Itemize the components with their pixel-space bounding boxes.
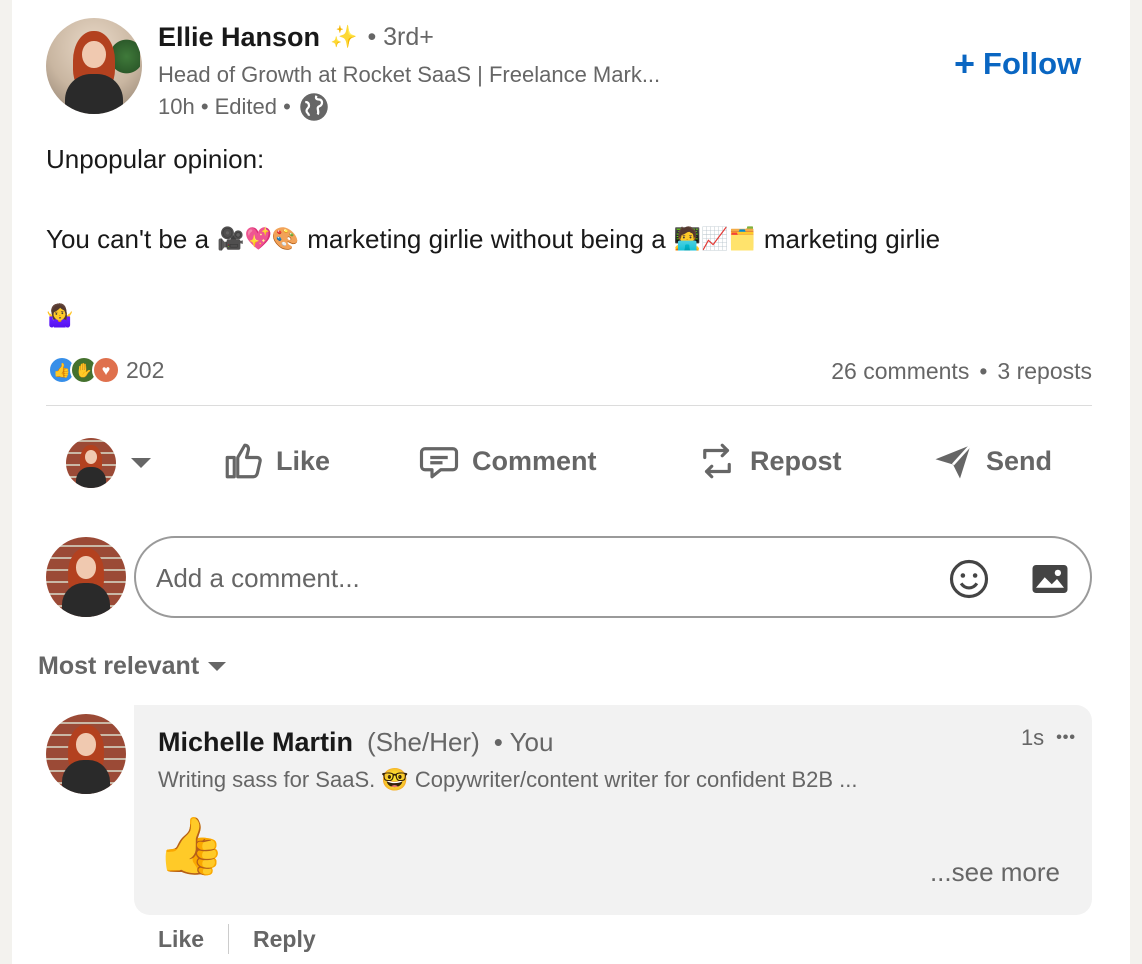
divider (46, 405, 1092, 406)
repost-button[interactable]: Repost (696, 440, 842, 482)
post-time: 10h • Edited • (158, 94, 291, 119)
post-text-line-1: Unpopular opinion: (46, 144, 265, 174)
comment-input[interactable] (156, 556, 916, 600)
commenter-name[interactable]: Michelle Martin (158, 727, 353, 758)
post-text-segment: marketing girlie (763, 224, 941, 254)
see-more-link[interactable]: ...see more (930, 857, 1060, 888)
repost-icon (703, 443, 731, 479)
more-options-icon[interactable]: ••• (1056, 729, 1076, 747)
image-icon[interactable] (1028, 558, 1072, 600)
comments-count[interactable]: 26 comments (831, 358, 969, 385)
comment-composer (134, 536, 1092, 618)
sparkle-icon: ✨ (330, 25, 358, 50)
globe-icon (300, 93, 328, 121)
reaction-count: 202 (126, 356, 165, 383)
post-text-segment: You can't be a (46, 224, 210, 254)
comment-icon (419, 447, 459, 479)
reactions-summary[interactable]: 👍 ✋ ♥ 202 (48, 356, 164, 384)
reposts-count[interactable]: 3 reposts (997, 358, 1092, 385)
actor-avatar (66, 438, 116, 488)
repost-label: Repost (750, 445, 842, 476)
connection-degree: • 3rd+ (367, 23, 434, 51)
commenter-you-badge: • You (493, 727, 554, 757)
author-headline: Head of Growth at Rocket SaaS | Freelanc… (158, 62, 661, 87)
comment-label: Comment (472, 445, 597, 476)
stats-separator: • (979, 358, 988, 384)
comment-time: 1s (1020, 725, 1045, 750)
current-user-avatar (46, 537, 126, 617)
love-reaction-icon: ♥ (92, 356, 120, 384)
sort-label: Most relevant (38, 652, 200, 680)
caret-down-icon (208, 661, 227, 671)
author-name[interactable]: Ellie Hanson (158, 22, 320, 53)
author-avatar[interactable] (46, 18, 142, 114)
thumbs-up-icon (225, 443, 262, 479)
follow-label: Follow (983, 46, 1082, 81)
plus-icon: + (954, 43, 976, 84)
send-button[interactable]: Send (932, 440, 1052, 482)
actor-switcher[interactable] (66, 438, 152, 488)
comment-button[interactable]: Comment (418, 440, 597, 482)
emoji-group-analytical: 🧑‍💻📈🗂️ (673, 227, 756, 252)
post-card: Ellie Hanson ✨ • 3rd+ Head of Growth at … (12, 0, 1130, 964)
comment-actions-divider (228, 924, 230, 954)
caret-down-icon (131, 458, 151, 468)
shrug-emoji: 🤷‍♀️ (46, 304, 74, 329)
commenter-headline: Writing sass for SaaS. 🤓 Copywriter/cont… (158, 767, 858, 792)
comment-body: 👍 (156, 814, 226, 879)
post-text-segment: marketing girlie without being a (307, 224, 666, 254)
follow-button[interactable]: + Follow (954, 46, 1081, 82)
emoji-group-creative: 🎥💖🎨 (217, 227, 300, 252)
send-label: Send (986, 445, 1053, 476)
comment-reply-button[interactable]: Reply (253, 926, 316, 953)
emoji-icon[interactable] (948, 558, 990, 600)
commenter-pronouns: (She/Her) (367, 727, 480, 757)
commenter-avatar[interactable] (46, 714, 126, 794)
comment-bubble: Michelle Martin (She/Her) • You Writing … (134, 705, 1092, 915)
like-label: Like (276, 445, 331, 476)
comment-like-button[interactable]: Like (158, 926, 204, 953)
send-icon (935, 444, 972, 479)
sort-dropdown[interactable]: Most relevant (38, 652, 227, 681)
post-text-line-2: You can't be a 🎥💖🎨 marketing girlie with… (46, 224, 940, 255)
like-button[interactable]: Like (222, 440, 330, 482)
